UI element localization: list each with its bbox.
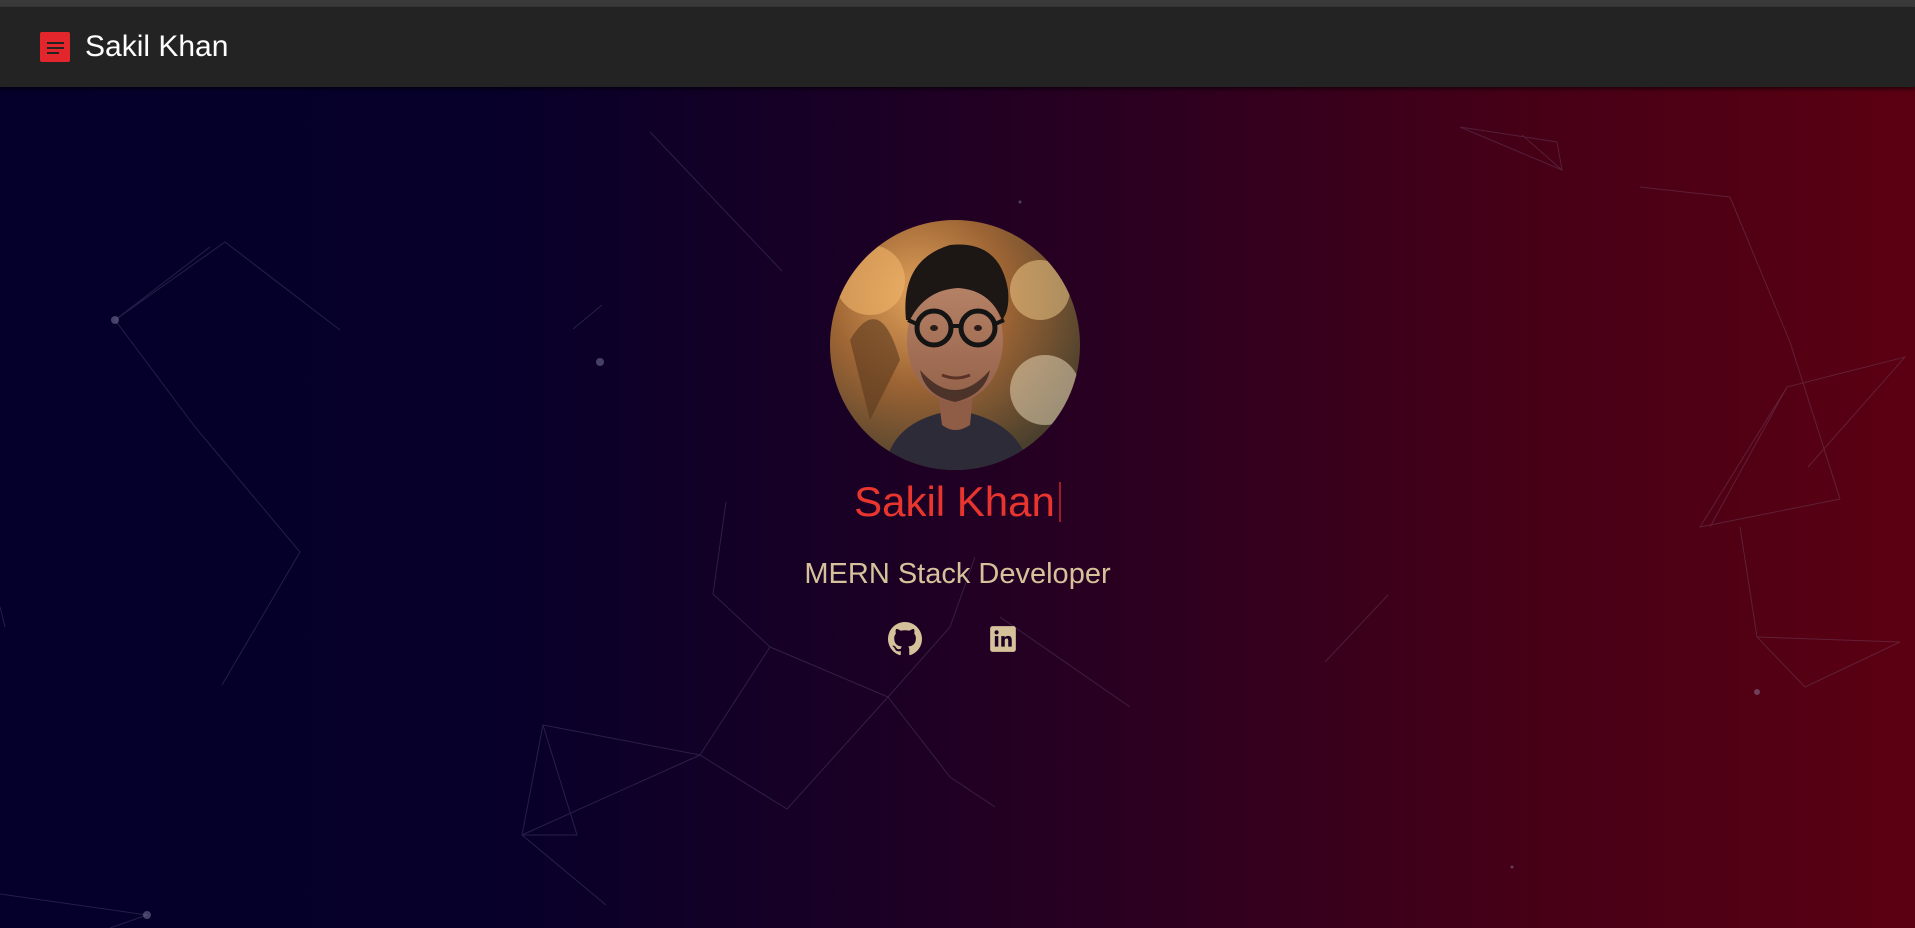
github-icon bbox=[888, 622, 922, 656]
profile-photo bbox=[830, 220, 1080, 470]
github-link[interactable] bbox=[888, 622, 922, 656]
menu-icon[interactable] bbox=[40, 32, 70, 62]
linkedin-icon bbox=[990, 626, 1016, 652]
hero-section: Sakil Khan MERN Stack Developer bbox=[0, 87, 1915, 928]
hero-name: Sakil Khan bbox=[0, 477, 1915, 527]
avatar bbox=[830, 220, 1080, 470]
typing-cursor bbox=[1058, 482, 1061, 522]
linkedin-link[interactable] bbox=[989, 625, 1017, 653]
navbar: Sakil Khan bbox=[0, 7, 1915, 87]
hero-role: MERN Stack Developer bbox=[804, 558, 1111, 590]
brand-name[interactable]: Sakil Khan bbox=[85, 30, 228, 64]
